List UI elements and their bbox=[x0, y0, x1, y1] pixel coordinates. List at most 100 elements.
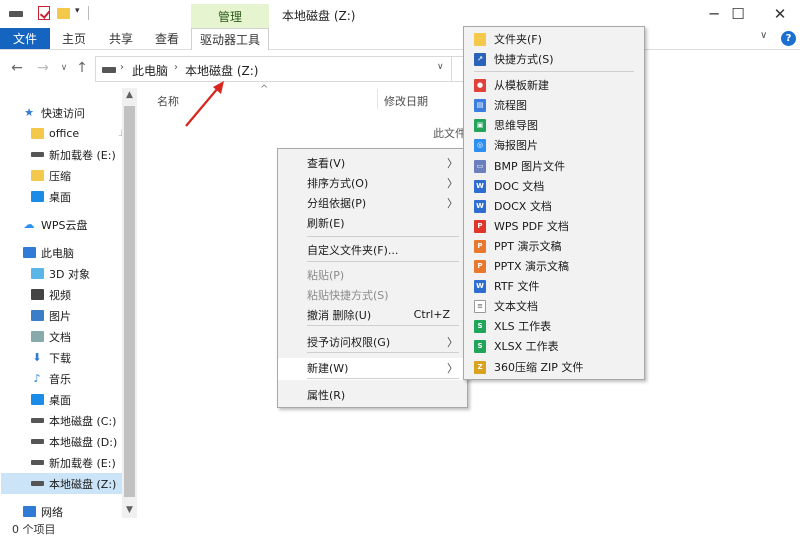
breadcrumb-drive-z[interactable]: 本地磁盘 (Z:) bbox=[185, 62, 258, 79]
context-menu-item[interactable]: 粘贴快捷方式(S) bbox=[278, 285, 467, 305]
context-menu-item[interactable]: 授予访问权限(G) 〉 bbox=[278, 332, 467, 352]
column-divider[interactable] bbox=[377, 89, 378, 109]
new-menu-item[interactable]: S XLS 工作表 bbox=[464, 316, 644, 336]
help-icon[interactable]: ? bbox=[781, 31, 796, 46]
context-menu-item[interactable]: 自定义文件夹(F)... bbox=[278, 240, 467, 260]
new-menu-item-label: 快捷方式(S) bbox=[494, 53, 554, 66]
nav-item-label: 视频 bbox=[49, 288, 71, 302]
bmp-file-icon: ▭ bbox=[474, 159, 486, 173]
submenu-arrow-icon: 〉 bbox=[447, 336, 458, 349]
docx-file-icon: W bbox=[474, 199, 486, 213]
nav-item-label: 本地磁盘 (D:) bbox=[49, 435, 118, 449]
new-menu-item[interactable]: P WPS PDF 文档 bbox=[464, 216, 644, 236]
tab-view[interactable]: 查看 bbox=[149, 28, 185, 49]
tab-file[interactable]: 文件 bbox=[0, 28, 50, 49]
new-menu-item-label: 思维导图 bbox=[494, 119, 538, 132]
maximize-button[interactable]: ☐ bbox=[715, 0, 761, 28]
menu-separator bbox=[307, 378, 459, 379]
nav-scrollbar-thumb[interactable] bbox=[124, 106, 135, 497]
menu-item-label: 新建(W) bbox=[307, 362, 349, 375]
properties-check-icon[interactable] bbox=[38, 6, 50, 20]
new-menu-item-label: 文本文档 bbox=[494, 300, 538, 313]
address-dropdown-icon[interactable]: ∨ bbox=[437, 62, 444, 72]
new-menu-item[interactable]: ▭ BMP 图片文件 bbox=[464, 156, 644, 176]
recent-locations-icon[interactable]: ∨ bbox=[54, 57, 74, 79]
poster-icon: ◎ bbox=[474, 138, 486, 152]
new-folder-icon[interactable] bbox=[57, 8, 70, 19]
menu-shortcut: Ctrl+Z bbox=[413, 308, 450, 321]
new-menu-item[interactable]: 文件夹(F) bbox=[464, 29, 644, 49]
context-menu-item[interactable]: 粘贴(P) bbox=[278, 265, 467, 285]
breadcrumb-chevron-icon[interactable]: › bbox=[174, 62, 178, 73]
breadcrumb-this-pc[interactable]: 此电脑 bbox=[132, 62, 168, 79]
context-menu-item[interactable]: 撤消 删除(U) Ctrl+Z bbox=[278, 305, 467, 325]
nav-item-label: 文档 bbox=[49, 330, 71, 344]
xlsx-file-icon: S bbox=[474, 339, 486, 353]
breadcrumb-chevron-icon[interactable]: › bbox=[120, 62, 124, 73]
new-menu-item-label: BMP 图片文件 bbox=[494, 160, 566, 173]
context-menu-item[interactable]: 分组依据(P) 〉 bbox=[278, 193, 467, 213]
text-file-icon: ≡ bbox=[474, 299, 486, 313]
desktop-icon bbox=[30, 190, 44, 203]
forward-button[interactable]: → bbox=[33, 57, 53, 79]
manage-tab[interactable]: 管理 bbox=[191, 4, 269, 28]
tab-home[interactable]: 主页 bbox=[56, 28, 92, 49]
expand-ribbon-icon[interactable]: ∨ bbox=[760, 30, 767, 41]
new-menu-item[interactable]: ● 从模板新建 bbox=[464, 75, 644, 95]
submenu-arrow-icon: 〉 bbox=[447, 362, 458, 375]
menu-separator bbox=[307, 325, 459, 326]
new-menu-item[interactable]: ▣ 思维导图 bbox=[464, 115, 644, 135]
nav-item-label: 3D 对象 bbox=[49, 267, 90, 281]
new-menu-item[interactable]: ▤ 流程图 bbox=[464, 95, 644, 115]
new-menu-item-label: 流程图 bbox=[494, 99, 527, 112]
up-button[interactable]: ↑ bbox=[72, 57, 92, 79]
new-menu-item-label: 海报图片 bbox=[494, 139, 538, 152]
new-menu-item[interactable]: ◎ 海报图片 bbox=[464, 135, 644, 155]
annotation-arrow bbox=[185, 81, 224, 127]
quick-access-dropdown-icon[interactable]: ▾ bbox=[75, 6, 80, 16]
new-menu-item-label: RTF 文件 bbox=[494, 280, 540, 293]
drive-icon bbox=[102, 67, 116, 73]
column-header-date[interactable]: 修改日期 bbox=[384, 93, 428, 109]
context-menu-item[interactable]: 属性(R) bbox=[278, 385, 467, 405]
column-header-name[interactable]: 名称 bbox=[157, 93, 179, 109]
drive-icon bbox=[30, 148, 44, 161]
empty-folder-text: 此文件 bbox=[433, 127, 466, 140]
scroll-up-icon[interactable]: ▲ bbox=[123, 90, 136, 100]
new-menu-item[interactable]: W DOCX 文档 bbox=[464, 196, 644, 216]
context-menu-item[interactable]: 查看(V) 〉 bbox=[278, 153, 467, 173]
tab-share[interactable]: 共享 bbox=[103, 28, 139, 49]
new-menu-item[interactable]: P PPTX 演示文稿 bbox=[464, 256, 644, 276]
menu-item-label: 授予访问权限(G) bbox=[307, 336, 391, 349]
back-button[interactable]: ← bbox=[7, 57, 27, 79]
nav-item-label: 本地磁盘 (C:) bbox=[49, 414, 117, 428]
nav-item-label: 压缩 bbox=[49, 169, 71, 183]
flowchart-icon: ▤ bbox=[474, 98, 486, 112]
new-menu-item[interactable]: W DOC 文档 bbox=[464, 176, 644, 196]
xls-file-icon: S bbox=[474, 319, 486, 333]
toolbar-divider bbox=[88, 6, 89, 20]
pdf-file-icon: P bbox=[474, 219, 486, 233]
context-menu-item[interactable]: 排序方式(O) 〉 bbox=[278, 173, 467, 193]
new-menu-item[interactable]: ≡ 文本文档 bbox=[464, 296, 644, 316]
nav-item-label: 图片 bbox=[49, 309, 71, 323]
system-drive-icon bbox=[30, 414, 44, 427]
drive-icon[interactable] bbox=[9, 11, 23, 17]
context-menu-item[interactable]: 新建(W) 〉 bbox=[278, 358, 467, 378]
new-menu-item[interactable]: Z 360压缩 ZIP 文件 bbox=[464, 357, 644, 377]
scroll-down-icon[interactable]: ▼ bbox=[123, 505, 136, 515]
context-menu: 查看(V) 〉排序方式(O) 〉分组依据(P) 〉刷新(E) 自定义文件夹(F)... 粘… bbox=[277, 148, 468, 408]
new-menu-item[interactable]: P PPT 演示文稿 bbox=[464, 236, 644, 256]
close-button[interactable]: ✕ bbox=[757, 0, 800, 28]
submenu-arrow-icon: 〉 bbox=[447, 177, 458, 190]
new-menu-item[interactable]: W RTF 文件 bbox=[464, 276, 644, 296]
address-bar[interactable]: › 此电脑 › 本地磁盘 (Z:) bbox=[95, 56, 452, 82]
status-item-count: 0 个项目 bbox=[12, 523, 56, 536]
new-menu-item[interactable]: S XLSX 工作表 bbox=[464, 336, 644, 356]
menu-separator bbox=[474, 71, 634, 72]
context-menu-item[interactable]: 刷新(E) bbox=[278, 213, 467, 233]
tab-drive-tools[interactable]: 驱动器工具 bbox=[191, 28, 269, 50]
template-icon: ● bbox=[474, 78, 486, 92]
new-menu-item-label: PPTX 演示文稿 bbox=[494, 260, 570, 273]
new-menu-item[interactable]: ↗ 快捷方式(S) bbox=[464, 49, 644, 69]
